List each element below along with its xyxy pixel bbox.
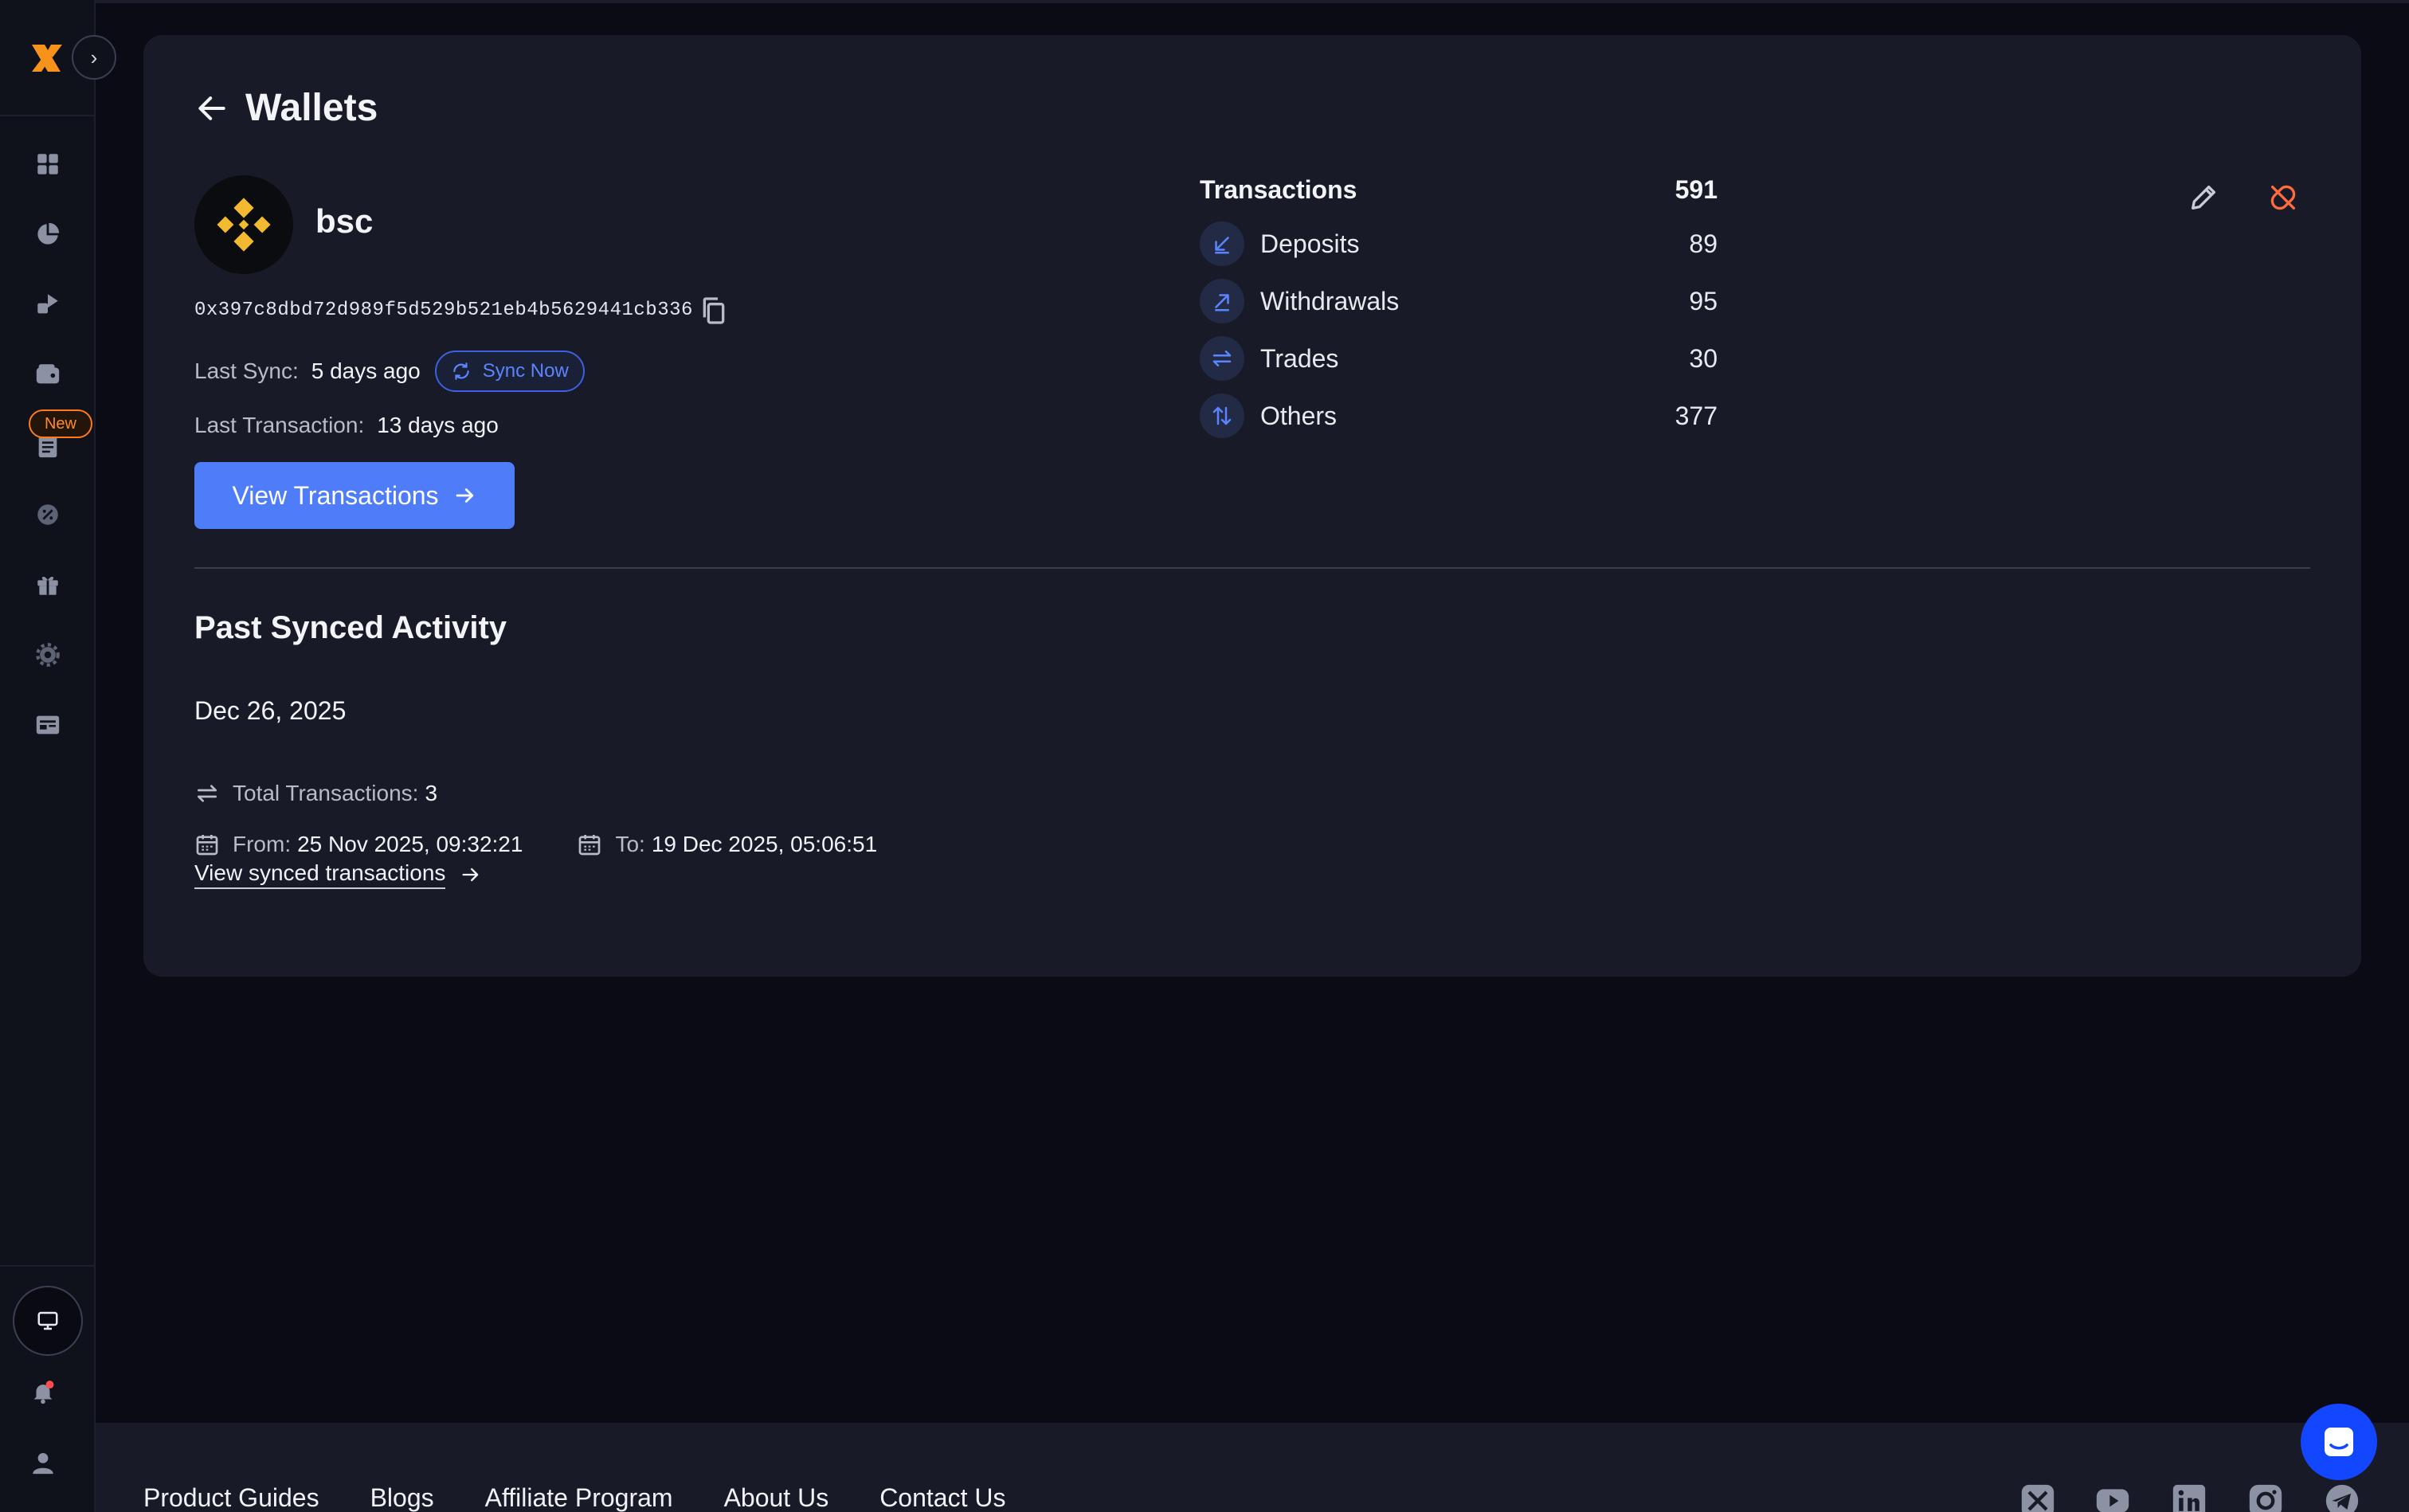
binance-logo — [194, 175, 293, 274]
tx-label: Others — [1260, 401, 1338, 430]
past-synced-activity-title: Past Synced Activity — [194, 610, 507, 645]
settings-icon[interactable] — [32, 639, 64, 671]
transactions-icon[interactable] — [32, 288, 64, 320]
total-transactions-label: Total Transactions: — [233, 781, 419, 805]
last-sync-label: Last Sync: — [194, 358, 299, 383]
total-transactions-value: 3 — [425, 781, 438, 805]
up-down-arrows-icon — [1200, 394, 1244, 438]
calendar-icon — [579, 835, 601, 856]
notifications-icon[interactable] — [27, 1377, 59, 1408]
to-value: 19 Dec 2025, 05:06:51 — [651, 832, 878, 856]
youtube-icon[interactable] — [2095, 1483, 2130, 1512]
from-value: 25 Nov 2025, 09:32:21 — [297, 832, 523, 856]
chevron-right-icon: › — [90, 45, 98, 69]
wallet-name: bsc — [315, 202, 374, 240]
header: Wallets — [194, 86, 378, 130]
display-mode-button[interactable] — [13, 1286, 83, 1356]
sidebar-divider — [0, 1265, 96, 1267]
last-sync-value: 5 days ago — [311, 358, 421, 383]
swap-icon — [198, 785, 217, 802]
activity-range-row: From: 25 Nov 2025, 09:32:21 To: 19 Dec 2… — [194, 832, 931, 857]
tx-row-withdrawals: Withdrawals 95 — [1200, 279, 1718, 323]
footer-link-product-guides[interactable]: Product Guides — [143, 1483, 319, 1512]
copy-icon[interactable] — [698, 295, 730, 327]
sync-now-button[interactable]: Sync Now — [434, 351, 585, 392]
new-badge: New — [29, 409, 92, 438]
transactions-total-row: Transactions 591 — [1200, 170, 1718, 209]
tax-icon[interactable] — [32, 499, 64, 531]
view-transactions-label: View Transactions — [232, 480, 439, 510]
support-chat-button[interactable] — [2301, 1404, 2377, 1480]
binance-icon — [217, 198, 271, 252]
wallet-detail-card: Wallets bsc 0x397c8dbd72d989f5d529b521eb… — [143, 35, 2361, 977]
app-logo[interactable] — [29, 40, 65, 76]
linkedin-icon[interactable] — [2172, 1483, 2207, 1512]
monitor-icon — [37, 1311, 58, 1330]
tx-label: Deposits — [1260, 229, 1360, 258]
back-arrow-icon[interactable] — [194, 91, 229, 126]
calendar-icon — [196, 835, 218, 856]
billing-icon[interactable] — [32, 709, 64, 741]
edit-pencil-icon[interactable] — [2188, 182, 2219, 213]
transactions-total: 591 — [1675, 174, 1718, 204]
tx-row-trades: Trades 30 — [1200, 336, 1718, 381]
tx-value: 377 — [1675, 401, 1718, 430]
withdrawal-arrow-icon — [1200, 279, 1244, 323]
sidebar-divider — [0, 115, 96, 116]
x-twitter-icon[interactable] — [2020, 1483, 2055, 1512]
portfolio-icon[interactable] — [32, 218, 64, 250]
top-border — [0, 0, 2409, 3]
footer-links: Product Guides Blogs Affiliate Program A… — [143, 1483, 1056, 1512]
last-transaction-row: Last Transaction: 13 days ago — [194, 413, 499, 438]
tx-row-others: Others 377 — [1200, 394, 1718, 438]
tx-value: 95 — [1689, 286, 1718, 315]
footer-link-about-us[interactable]: About Us — [724, 1483, 829, 1512]
view-synced-transactions-link[interactable]: View synced transactions — [194, 860, 482, 889]
tx-label: Trades — [1260, 343, 1339, 373]
from-label: From: — [233, 832, 292, 856]
footer-link-blogs[interactable]: Blogs — [370, 1483, 434, 1512]
tx-row-deposits: Deposits 89 — [1200, 221, 1718, 266]
profile-icon[interactable] — [27, 1447, 59, 1479]
footer: Product Guides Blogs Affiliate Program A… — [96, 1423, 2409, 1512]
deposit-arrow-icon — [1200, 221, 1244, 266]
activity-from: From: 25 Nov 2025, 09:32:21 — [194, 832, 523, 857]
wallet-address: 0x397c8dbd72d989f5d529b521eb4b5629441cb3… — [194, 300, 693, 321]
footer-link-affiliate-program[interactable]: Affiliate Program — [485, 1483, 673, 1512]
activity-to: To: 19 Dec 2025, 05:06:51 — [577, 832, 877, 857]
view-transactions-button[interactable]: View Transactions — [194, 462, 515, 529]
view-synced-transactions-label: View synced transactions — [194, 860, 446, 889]
arrow-right-icon — [456, 488, 473, 503]
arrow-right-icon — [462, 868, 479, 882]
tx-label: Withdrawals — [1260, 286, 1400, 315]
chat-icon — [2325, 1428, 2353, 1456]
section-divider — [194, 567, 2310, 569]
telegram-icon[interactable] — [2325, 1483, 2360, 1512]
transactions-label: Transactions — [1200, 174, 1357, 204]
refresh-icon — [452, 362, 469, 380]
activity-total-row: Total Transactions: 3 — [194, 781, 437, 806]
sync-now-label: Sync Now — [482, 360, 569, 382]
last-transaction-label: Last Transaction: — [194, 413, 365, 437]
sidebar-expand-button[interactable]: › — [72, 35, 116, 80]
instagram-icon[interactable] — [2248, 1483, 2283, 1512]
last-sync-row: Last Sync: 5 days ago Sync Now — [194, 351, 585, 392]
wallet-icon[interactable] — [32, 358, 64, 390]
footer-link-contact-us[interactable]: Contact Us — [879, 1483, 1005, 1512]
activity-date: Dec 26, 2025 — [194, 696, 347, 725]
page-title: Wallets — [245, 87, 378, 129]
gift-icon[interactable] — [32, 569, 64, 601]
last-transaction-value: 13 days ago — [377, 413, 499, 437]
tx-value: 89 — [1689, 229, 1718, 258]
transactions-summary: Transactions 591 Deposits 89 Withdrawals… — [1200, 170, 1718, 438]
sidebar: New — [0, 0, 96, 1512]
dashboard-icon[interactable] — [32, 148, 64, 180]
to-label: To: — [615, 832, 645, 856]
swap-icon — [1200, 336, 1244, 381]
unlink-icon[interactable] — [2267, 182, 2299, 213]
tx-value: 30 — [1689, 343, 1718, 373]
